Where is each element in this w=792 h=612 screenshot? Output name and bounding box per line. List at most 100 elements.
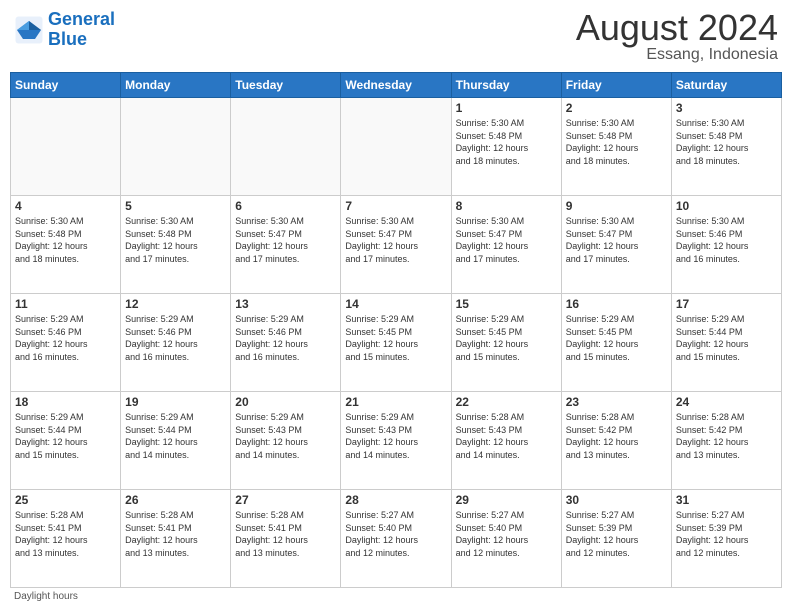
day-info: Sunrise: 5:30 AMSunset: 5:48 PMDaylight:… <box>566 117 667 167</box>
day-number: 20 <box>235 395 336 409</box>
day-info: Sunrise: 5:28 AMSunset: 5:43 PMDaylight:… <box>456 411 557 461</box>
calendar-cell <box>121 98 231 196</box>
logo: General Blue <box>14 10 115 50</box>
calendar-cell: 24 Sunrise: 5:28 AMSunset: 5:42 PMDayligh… <box>671 392 781 490</box>
calendar-header-wednesday: Wednesday <box>341 73 451 98</box>
calendar-cell: 21Sunrise: 5:29 AMSunset: 5:43 PMDayligh… <box>341 392 451 490</box>
day-info: Sunrise: 5:28 AMSunset: 5:41 PMDaylight:… <box>235 509 336 559</box>
day-number: 1 <box>456 101 557 115</box>
header: General Blue August 2024 Essang, Indones… <box>10 10 782 64</box>
day-number: 24 <box>676 395 777 409</box>
day-info: Sunrise: 5:27 AMSunset: 5:40 PMDaylight:… <box>456 509 557 559</box>
calendar-week-1: 1 Sunrise: 5:30 AMSunset: 5:48 PMDaylight… <box>11 98 782 196</box>
calendar-cell: 11 Sunrise: 5:29 AMSunset: 5:46 PMDayligh… <box>11 294 121 392</box>
day-number: 30 <box>566 493 667 507</box>
sub-title: Essang, Indonesia <box>576 46 778 64</box>
logo-icon <box>14 15 44 45</box>
day-number: 10 <box>676 199 777 213</box>
day-info: Sunrise: 5:30 AMSunset: 5:48 PMDaylight:… <box>15 215 116 265</box>
calendar-table: SundayMondayTuesdayWednesdayThursdayFrid… <box>10 72 782 588</box>
calendar-header-sunday: Sunday <box>11 73 121 98</box>
calendar-cell: 20Sunrise: 5:29 AMSunset: 5:43 PMDayligh… <box>231 392 341 490</box>
day-info: Sunrise: 5:29 AMSunset: 5:46 PMDaylight:… <box>15 313 116 363</box>
calendar-header-tuesday: Tuesday <box>231 73 341 98</box>
calendar-cell: 30 Sunrise: 5:27 AMSunset: 5:39 PMDayligh… <box>561 490 671 588</box>
calendar-week-3: 11 Sunrise: 5:29 AMSunset: 5:46 PMDayligh… <box>11 294 782 392</box>
logo-line1: General <box>48 9 115 29</box>
logo-line2: Blue <box>48 29 87 49</box>
day-number: 13 <box>235 297 336 311</box>
calendar-cell: 1 Sunrise: 5:30 AMSunset: 5:48 PMDaylight… <box>451 98 561 196</box>
calendar-cell: 10Sunrise: 5:30 AMSunset: 5:46 PMDayligh… <box>671 196 781 294</box>
day-info: Sunrise: 5:29 AMSunset: 5:45 PMDaylight:… <box>456 313 557 363</box>
calendar-cell <box>231 98 341 196</box>
day-number: 28 <box>345 493 446 507</box>
calendar-cell: 6Sunrise: 5:30 AMSunset: 5:47 PMDaylight… <box>231 196 341 294</box>
day-info: Sunrise: 5:28 AMSunset: 5:42 PMDaylight:… <box>566 411 667 461</box>
day-number: 23 <box>566 395 667 409</box>
day-number: 14 <box>345 297 446 311</box>
day-info: Sunrise: 5:29 AMSunset: 5:44 PMDaylight:… <box>676 313 777 363</box>
calendar-cell <box>341 98 451 196</box>
day-number: 19 <box>125 395 226 409</box>
day-info: Sunrise: 5:29 AMSunset: 5:45 PMDaylight:… <box>345 313 446 363</box>
day-number: 22 <box>456 395 557 409</box>
logo-text: General Blue <box>48 10 115 50</box>
calendar-cell: 19 Sunrise: 5:29 AMSunset: 5:44 PMDayligh… <box>121 392 231 490</box>
day-info: Sunrise: 5:29 AMSunset: 5:44 PMDaylight:… <box>15 411 116 461</box>
day-number: 9 <box>566 199 667 213</box>
calendar-cell: 17 Sunrise: 5:29 AMSunset: 5:44 PMDayligh… <box>671 294 781 392</box>
calendar-cell: 2 Sunrise: 5:30 AMSunset: 5:48 PMDaylight… <box>561 98 671 196</box>
calendar-cell: 4Sunrise: 5:30 AMSunset: 5:48 PMDaylight… <box>11 196 121 294</box>
day-number: 3 <box>676 101 777 115</box>
calendar-cell: 22 Sunrise: 5:28 AMSunset: 5:43 PMDayligh… <box>451 392 561 490</box>
calendar-cell: 3Sunrise: 5:30 AMSunset: 5:48 PMDaylight… <box>671 98 781 196</box>
calendar-cell: 18 Sunrise: 5:29 AMSunset: 5:44 PMDayligh… <box>11 392 121 490</box>
calendar-cell: 7Sunrise: 5:30 AMSunset: 5:47 PMDaylight… <box>341 196 451 294</box>
calendar-cell: 16 Sunrise: 5:29 AMSunset: 5:45 PMDayligh… <box>561 294 671 392</box>
day-number: 12 <box>125 297 226 311</box>
day-info: Sunrise: 5:30 AMSunset: 5:48 PMDaylight:… <box>456 117 557 167</box>
day-number: 27 <box>235 493 336 507</box>
day-info: Sunrise: 5:27 AMSunset: 5:39 PMDaylight:… <box>566 509 667 559</box>
calendar-cell: 23 Sunrise: 5:28 AMSunset: 5:42 PMDayligh… <box>561 392 671 490</box>
day-number: 16 <box>566 297 667 311</box>
day-info: Sunrise: 5:27 AMSunset: 5:39 PMDaylight:… <box>676 509 777 559</box>
day-info: Sunrise: 5:29 AMSunset: 5:46 PMDaylight:… <box>125 313 226 363</box>
calendar-cell: 14 Sunrise: 5:29 AMSunset: 5:45 PMDayligh… <box>341 294 451 392</box>
main-title: August 2024 <box>576 10 778 46</box>
calendar-week-2: 4Sunrise: 5:30 AMSunset: 5:48 PMDaylight… <box>11 196 782 294</box>
day-info: Sunrise: 5:30 AMSunset: 5:47 PMDaylight:… <box>235 215 336 265</box>
day-info: Sunrise: 5:28 AMSunset: 5:41 PMDaylight:… <box>125 509 226 559</box>
calendar-cell: 28Sunrise: 5:27 AMSunset: 5:40 PMDayligh… <box>341 490 451 588</box>
day-number: 2 <box>566 101 667 115</box>
calendar-cell: 26Sunrise: 5:28 AMSunset: 5:41 PMDayligh… <box>121 490 231 588</box>
day-number: 11 <box>15 297 116 311</box>
calendar-cell: 29 Sunrise: 5:27 AMSunset: 5:40 PMDayligh… <box>451 490 561 588</box>
day-number: 15 <box>456 297 557 311</box>
calendar-cell: 8Sunrise: 5:30 AMSunset: 5:47 PMDaylight… <box>451 196 561 294</box>
day-info: Sunrise: 5:29 AMSunset: 5:45 PMDaylight:… <box>566 313 667 363</box>
day-number: 25 <box>15 493 116 507</box>
day-number: 21 <box>345 395 446 409</box>
title-block: August 2024 Essang, Indonesia <box>576 10 778 64</box>
day-number: 29 <box>456 493 557 507</box>
calendar-header-monday: Monday <box>121 73 231 98</box>
day-number: 7 <box>345 199 446 213</box>
calendar-header-row: SundayMondayTuesdayWednesdayThursdayFrid… <box>11 73 782 98</box>
calendar-cell: 27 Sunrise: 5:28 AMSunset: 5:41 PMDayligh… <box>231 490 341 588</box>
day-number: 8 <box>456 199 557 213</box>
page: General Blue August 2024 Essang, Indones… <box>0 0 792 612</box>
calendar-header-friday: Friday <box>561 73 671 98</box>
calendar-week-4: 18 Sunrise: 5:29 AMSunset: 5:44 PMDayligh… <box>11 392 782 490</box>
calendar-cell: 5Sunrise: 5:30 AMSunset: 5:48 PMDaylight… <box>121 196 231 294</box>
day-info: Sunrise: 5:30 AMSunset: 5:48 PMDaylight:… <box>125 215 226 265</box>
day-number: 18 <box>15 395 116 409</box>
day-info: Sunrise: 5:28 AMSunset: 5:42 PMDaylight:… <box>676 411 777 461</box>
calendar-week-5: 25 Sunrise: 5:28 AMSunset: 5:41 PMDayligh… <box>11 490 782 588</box>
day-number: 17 <box>676 297 777 311</box>
calendar-cell: 12 Sunrise: 5:29 AMSunset: 5:46 PMDayligh… <box>121 294 231 392</box>
day-number: 31 <box>676 493 777 507</box>
footer-note: Daylight hours <box>10 588 782 602</box>
day-info: Sunrise: 5:29 AMSunset: 5:44 PMDaylight:… <box>125 411 226 461</box>
